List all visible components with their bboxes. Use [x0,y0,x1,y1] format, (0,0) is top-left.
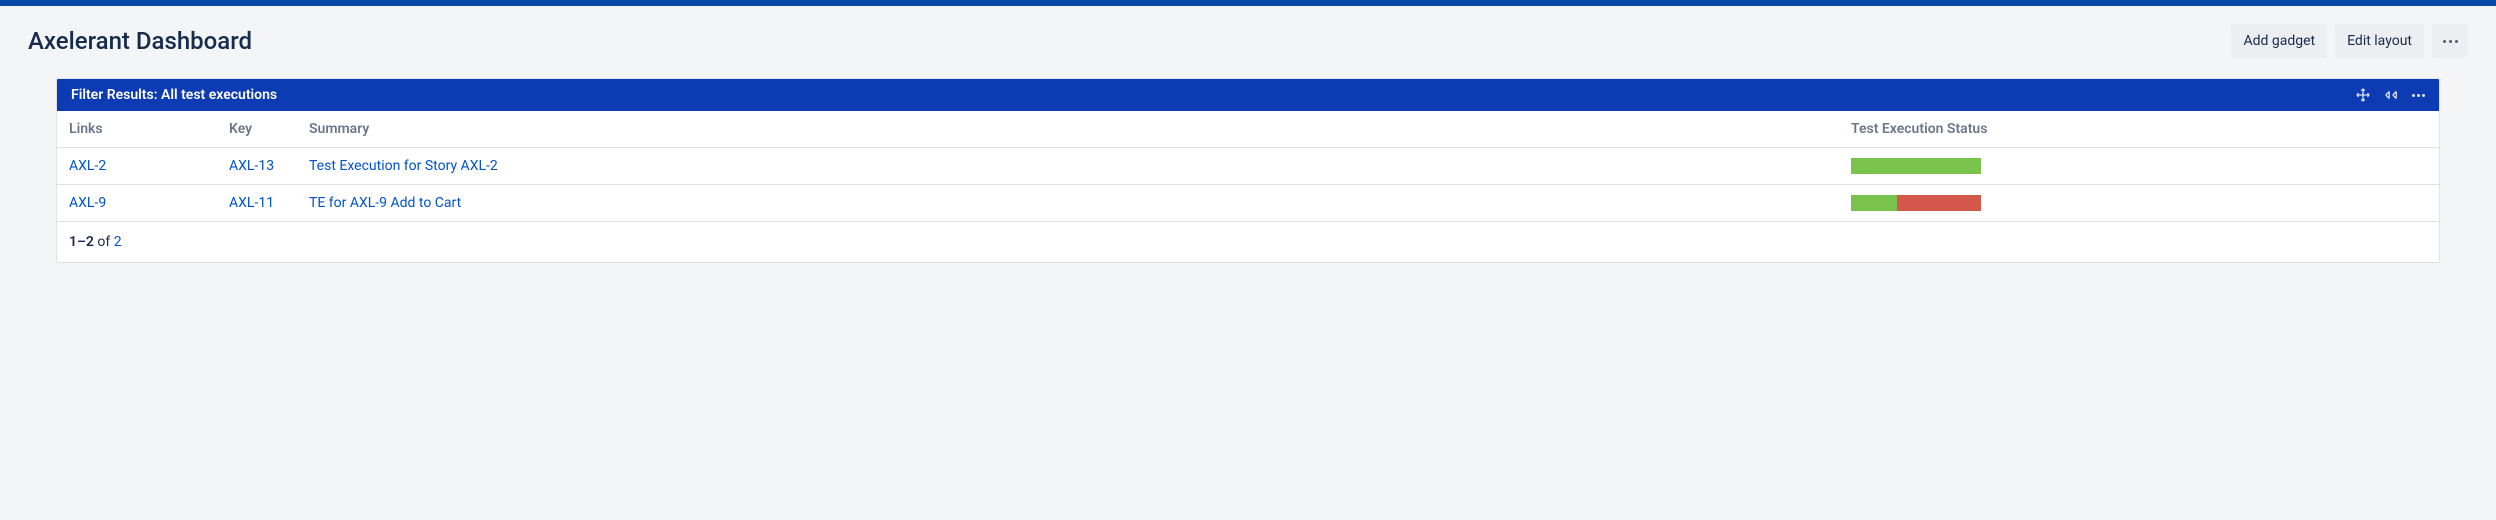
total-link[interactable]: 2 [114,234,122,250]
more-icon [2443,40,2458,43]
table-row: AXL-9 AXL-11 TE for AXL-9 Add to Cart [57,185,2439,222]
filter-results-gadget: Filter Results: All test executions [56,78,2440,263]
row-links-link[interactable]: AXL-2 [69,158,106,174]
results-table: Links Key Summary Test Execution Status … [57,111,2439,222]
row-summary-link[interactable]: TE for AXL-9 Add to Cart [309,195,461,211]
range-end: 2 [86,234,94,250]
header-actions: Add gadget Edit layout [2231,24,2468,58]
gadget-title: Filter Results: All test executions [71,87,2356,103]
status-segment-green [1851,195,1897,211]
page-header: Axelerant Dashboard Add gadget Edit layo… [28,24,2468,58]
gadget-header[interactable]: Filter Results: All test executions [57,79,2439,111]
minimize-icon[interactable] [2384,88,2398,102]
table-row: AXL-2 AXL-13 Test Execution for Story AXL-… [57,148,2439,185]
row-links-link[interactable]: AXL-9 [69,195,106,211]
edit-layout-button[interactable]: Edit layout [2335,24,2424,58]
status-segment-red [1897,195,1982,211]
col-header-summary: Summary [297,111,1839,148]
range-start: 1 [69,234,77,250]
move-icon[interactable] [2356,88,2370,102]
of-word: of [97,234,110,250]
page-title: Axelerant Dashboard [28,27,252,55]
row-summary-link[interactable]: Test Execution for Story AXL-2 [309,158,498,174]
table-header-row: Links Key Summary Test Execution Status [57,111,2439,148]
gadget-header-icons [2356,88,2425,102]
status-segment-green [1851,158,1981,174]
status-bar [1851,195,1981,211]
gadget-more-icon[interactable] [2412,94,2425,97]
more-actions-button[interactable] [2432,24,2468,58]
status-bar [1851,158,1981,174]
col-header-key: Key [217,111,297,148]
table-pagination: 1–2 of 2 [57,222,2439,262]
row-key-link[interactable]: AXL-13 [229,158,274,174]
row-key-link[interactable]: AXL-11 [229,195,274,211]
add-gadget-button[interactable]: Add gadget [2231,24,2327,58]
col-header-status: Test Execution Status [1839,111,2439,148]
col-header-links: Links [57,111,217,148]
